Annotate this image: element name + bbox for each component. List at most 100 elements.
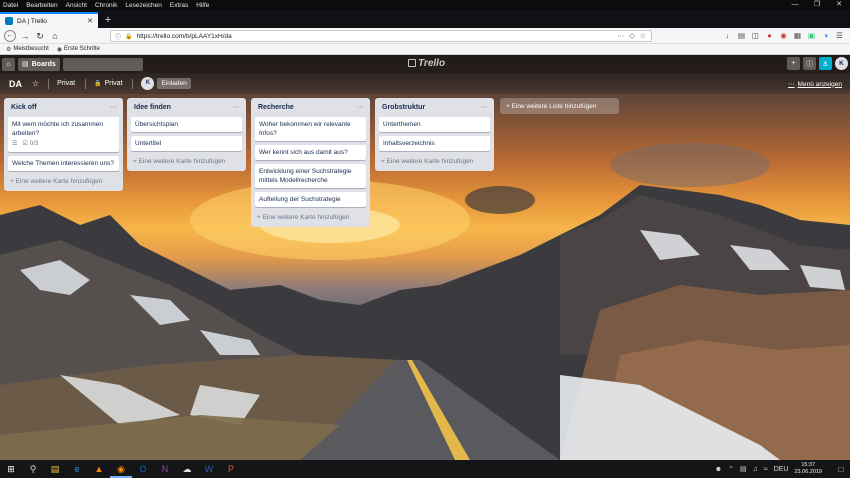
show-hidden-icons-icon[interactable]: ⌃	[728, 465, 734, 473]
search-icon[interactable]: ⚲	[22, 460, 44, 478]
card[interactable]: Woher bekommen wir relevante Infos?	[255, 117, 366, 141]
site-info-icon[interactable]: ⓘ	[115, 32, 121, 41]
firefox-icon[interactable]: ◉	[110, 460, 132, 478]
extension-blue-icon[interactable]: ◑	[819, 30, 832, 42]
card-title: Entwicklung einer Suchstrategie mittels …	[259, 168, 352, 184]
back-arrow-icon[interactable]: ←	[4, 29, 16, 42]
pocket-icon[interactable]: ◇	[629, 32, 634, 40]
list-menu-icon[interactable]: ⋯	[481, 103, 488, 111]
wifi-icon[interactable]: ≈	[764, 466, 768, 473]
add-card-button[interactable]: + Eine weitere Karte hinzufügen	[255, 212, 366, 223]
divider	[132, 78, 134, 89]
list-menu-icon[interactable]: ⋯	[357, 103, 364, 111]
list-menu-icon[interactable]: ⋯	[110, 103, 117, 111]
list-title[interactable]: Kick off	[11, 104, 37, 111]
menu-file[interactable]: Datei	[3, 2, 18, 9]
photos-icon[interactable]: ☁	[176, 460, 198, 478]
hamburger-menu-icon[interactable]: ☰	[833, 30, 846, 42]
add-card-button[interactable]: + Eine weitere Karte hinzufügen	[379, 156, 490, 167]
search-input[interactable]	[62, 57, 143, 71]
address-bar[interactable]: ⓘ 🔒 https://trello.com/b/pLAAY1xH/da ⋯ ◇…	[110, 30, 652, 42]
people-icon[interactable]: ☻	[715, 466, 722, 473]
menu-history[interactable]: Chronik	[95, 2, 117, 9]
boards-button[interactable]: ▤ Boards	[18, 57, 60, 71]
network-icon[interactable]: ▤	[740, 465, 747, 473]
downloads-icon[interactable]: ↓	[721, 30, 734, 42]
board-title[interactable]: DA	[9, 79, 22, 89]
invite-button[interactable]: Einladen	[157, 78, 191, 89]
menu-tools[interactable]: Extras	[170, 2, 188, 9]
vlc-icon[interactable]: ▲	[88, 460, 110, 478]
bookmark-most-visited[interactable]: ⚙ Meistbesucht	[6, 46, 49, 53]
card[interactable]: Entwicklung einer Suchstrategie mittels …	[255, 164, 366, 188]
powerpoint-icon[interactable]: P	[220, 460, 242, 478]
volume-icon[interactable]: ♫	[753, 466, 758, 473]
card[interactable]: Welche Themen interessieren uns?	[8, 156, 119, 171]
tab-title: DA | Trello	[17, 17, 47, 25]
team-visibility-button[interactable]: Privat	[57, 80, 75, 87]
add-card-button[interactable]: + Eine weitere Karte hinzufügen	[8, 176, 119, 187]
info-button[interactable]: ⓘ	[803, 57, 816, 70]
clock[interactable]: 15:37 23.06.2019	[794, 462, 822, 476]
list-title[interactable]: Recherche	[258, 104, 294, 111]
card[interactable]: Übersichtsplan	[131, 117, 242, 132]
list-menu-icon[interactable]: ⋯	[233, 103, 240, 111]
notification-center-icon[interactable]: □	[832, 465, 850, 474]
new-tab-icon[interactable]: +	[101, 13, 115, 27]
extension-red-icon[interactable]: ●	[763, 30, 776, 42]
card[interactable]: Inhaltsverzeichnis	[379, 136, 490, 151]
bookmark-getting-started[interactable]: ◉ Erste Schritte	[57, 46, 100, 53]
notifications-button[interactable]: ⚓	[819, 57, 832, 70]
list-header[interactable]: Grobstruktur ⋯	[379, 101, 490, 113]
list-header[interactable]: Recherche ⋯	[255, 101, 366, 113]
add-list-button[interactable]: + Eine weitere Liste hinzufügen	[500, 98, 619, 114]
file-explorer-icon[interactable]: ▤	[44, 460, 66, 478]
card[interactable]: Unterthemen	[379, 117, 490, 132]
list-title[interactable]: Grobstruktur	[382, 104, 425, 111]
close-window-icon[interactable]: ✕	[828, 0, 850, 10]
list-header[interactable]: Idee finden ⋯	[131, 101, 242, 113]
browser-tab[interactable]: DA | Trello ✕	[0, 12, 98, 28]
list-header[interactable]: Kick off ⋯	[8, 101, 119, 113]
card[interactable]: Wer kennt sich aus damit aus?	[255, 145, 366, 160]
close-tab-icon[interactable]: ✕	[87, 17, 93, 25]
reload-icon[interactable]: ↻	[34, 30, 46, 42]
forward-arrow-icon[interactable]: →	[19, 30, 31, 42]
list-title[interactable]: Idee finden	[134, 104, 171, 111]
word-icon[interactable]: W	[198, 460, 220, 478]
add-card-button[interactable]: + Eine weitere Karte hinzufügen	[131, 156, 242, 167]
minimize-icon[interactable]: —	[784, 0, 806, 10]
home-button[interactable]: ⌂	[2, 57, 15, 71]
privacy-button[interactable]: 🔒 Privat	[94, 80, 122, 87]
maximize-icon[interactable]: ❐	[806, 0, 828, 10]
sidebar-icon[interactable]: ◫	[749, 30, 762, 42]
card[interactable]: Mit wem möchte ich zusammen arbeiten? ☰ …	[8, 117, 119, 152]
extension-gray-icon[interactable]: ▦	[791, 30, 804, 42]
onenote-icon[interactable]: N	[154, 460, 176, 478]
menu-bookmarks[interactable]: Lesezeichen	[125, 2, 162, 9]
card[interactable]: Untertitel	[131, 136, 242, 151]
user-avatar[interactable]: K	[835, 57, 848, 70]
star-board-icon[interactable]: ☆	[32, 79, 39, 88]
outlook-icon[interactable]: O	[132, 460, 154, 478]
bookmark-star-icon[interactable]: ☆	[640, 32, 646, 40]
card[interactable]: Aufteilung der Suchstrategie	[255, 192, 366, 207]
edge-icon[interactable]: e	[66, 460, 88, 478]
lock-icon[interactable]: 🔒	[125, 33, 132, 40]
menu-help[interactable]: Hilfe	[196, 2, 209, 9]
trello-logo[interactable]: Trello	[408, 58, 445, 69]
menu-view[interactable]: Ansicht	[66, 2, 87, 9]
menu-edit[interactable]: Bearbeiten	[26, 2, 57, 9]
show-menu-button[interactable]: ⋯ Menü anzeigen	[788, 80, 842, 89]
create-button[interactable]: +	[787, 57, 800, 70]
keyboard-language[interactable]: DEU	[774, 466, 789, 473]
member-avatar[interactable]: K	[141, 77, 155, 90]
clock-date: 23.06.2019	[794, 469, 822, 475]
page-actions-icon[interactable]: ⋯	[617, 32, 624, 40]
extension-green-icon[interactable]: ▣	[805, 30, 818, 42]
home-icon[interactable]: ⌂	[49, 30, 61, 42]
library-icon[interactable]: ▤	[735, 30, 748, 42]
extension-adblock-icon[interactable]: ◉	[777, 30, 790, 42]
url-text[interactable]: https://trello.com/b/pLAAY1xH/da	[137, 33, 618, 40]
windows-start-icon[interactable]: ⊞	[0, 460, 22, 478]
